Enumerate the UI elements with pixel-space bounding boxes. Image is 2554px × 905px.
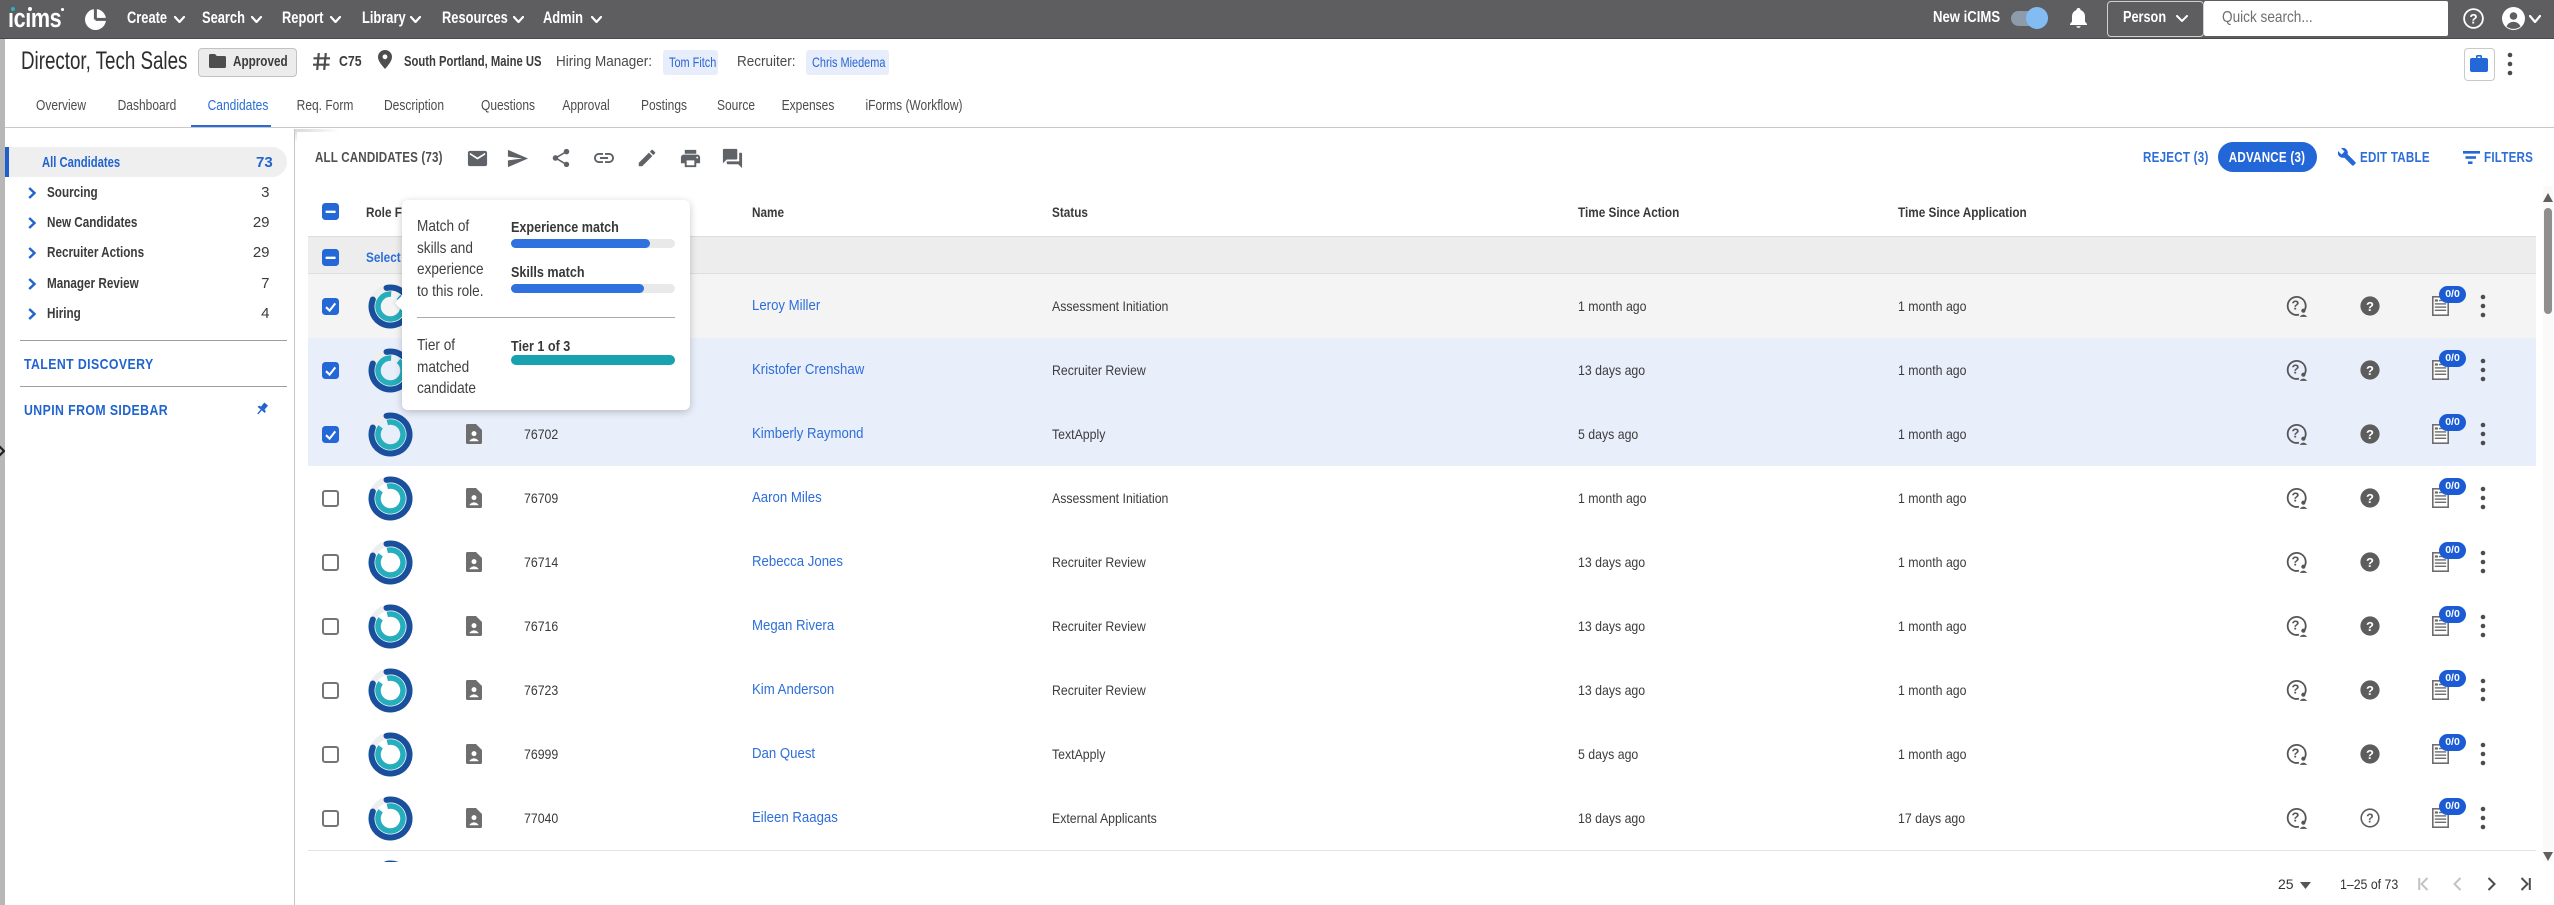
svg-text:?: ? — [2366, 812, 2374, 826]
svg-text:?: ? — [2292, 618, 2300, 633]
svg-text:?: ? — [2469, 11, 2477, 26]
svg-text:?: ? — [2292, 426, 2300, 441]
svg-text:?: ? — [2366, 427, 2374, 442]
svg-text:?: ? — [2366, 619, 2374, 634]
svg-text:?: ? — [2292, 682, 2300, 697]
svg-text:?: ? — [2292, 362, 2300, 377]
svg-text:?: ? — [2366, 299, 2374, 314]
svg-text:?: ? — [2292, 298, 2300, 313]
svg-text:?: ? — [2366, 747, 2374, 762]
svg-text:?: ? — [2366, 363, 2374, 378]
svg-text:?: ? — [2292, 490, 2300, 505]
svg-text:?: ? — [2366, 555, 2374, 570]
svg-text:?: ? — [2366, 491, 2374, 506]
svg-text:?: ? — [2292, 810, 2300, 825]
svg-text:?: ? — [2292, 554, 2300, 569]
svg-text:?: ? — [2366, 683, 2374, 698]
svg-text:?: ? — [2292, 746, 2300, 761]
